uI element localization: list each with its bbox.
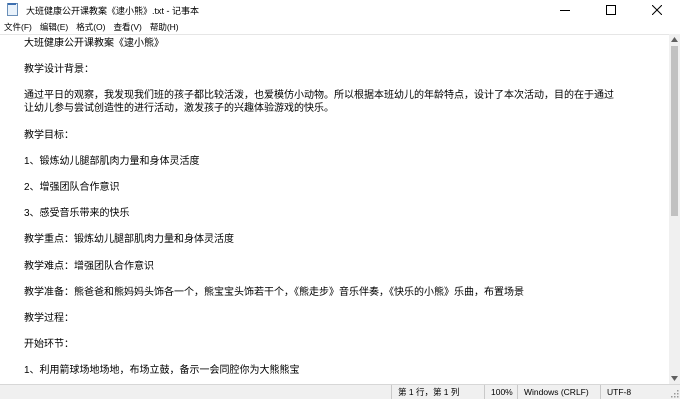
scrollbar-thumb[interactable] — [671, 46, 678, 216]
scroll-down-button[interactable] — [669, 373, 680, 384]
minimize-icon — [560, 10, 570, 11]
text-editor[interactable]: 大班健康公开课教案《逮小熊》 教学设计背景： 通过平日的观察，我发现我们班的孩子… — [0, 34, 669, 384]
text-line: 让幼儿参与尝试创造性的进行活动，激发孩子的兴趣体验游戏的快乐。 — [24, 103, 334, 115]
menu-bar: 文件(F) 编辑(E) 格式(O) 查看(V) 帮助(H) — [0, 20, 680, 34]
text-line: 教学准备：熊爸爸和熊妈妈头饰各一个，熊宝宝头饰若干个，《熊走步》音乐伴奏，《快乐… — [24, 286, 524, 298]
close-icon — [652, 5, 662, 15]
doc-title-line: 大班健康公开课教案《逮小熊》 — [24, 38, 164, 49]
text-line: 2、增强团队合作意识 — [24, 182, 120, 194]
menu-format[interactable]: 格式(O) — [72, 20, 109, 34]
text-line: 教学过程： — [24, 312, 74, 324]
menu-help[interactable]: 帮助(H) — [146, 20, 183, 34]
text-line: 3、感受音乐带来的快乐 — [24, 208, 130, 220]
scroll-up-button[interactable] — [669, 34, 680, 45]
maximize-button[interactable] — [588, 0, 634, 20]
window-controls — [542, 0, 680, 20]
notepad-app-icon[interactable] — [6, 3, 20, 17]
chevron-down-icon — [671, 376, 678, 381]
menu-file[interactable]: 文件(F) — [0, 20, 36, 34]
chevron-up-icon — [671, 37, 678, 42]
text-line: 通过平日的观察，我发现我们班的孩子都比较活泼，也爱模仿小动物。所以根据本班幼儿的… — [24, 90, 614, 102]
text-line: 1、利用箭球场地场地，布场立鼓，备示一会同腔你为大熊熊宝 — [24, 365, 300, 377]
title-bar[interactable]: 大班健康公开课教案《逮小熊》.txt - 记事本 — [0, 0, 680, 20]
menu-edit[interactable]: 编辑(E) — [36, 20, 72, 34]
encoding: UTF-8 — [600, 385, 657, 399]
close-button[interactable] — [634, 0, 680, 20]
text-line: 开始环节： — [24, 339, 74, 351]
text-line: 教学设计背景： — [24, 64, 94, 76]
minimize-button[interactable] — [542, 0, 588, 20]
resize-grip-icon[interactable] — [670, 389, 679, 398]
text-line: 教学目标： — [24, 129, 74, 141]
vertical-scrollbar[interactable] — [669, 34, 680, 384]
status-bar: 第 1 行，第 1 列 100% Windows (CRLF) UTF-8 — [0, 384, 680, 399]
zoom-level: 100% — [484, 385, 519, 399]
line-ending: Windows (CRLF) — [517, 385, 602, 399]
window-title: 大班健康公开课教案《逮小熊》.txt - 记事本 — [26, 5, 200, 16]
text-line: 教学重点：锻炼幼儿腿部肌肉力量和身体灵活度 — [24, 234, 234, 246]
menu-view[interactable]: 查看(V) — [109, 20, 145, 34]
text-line: 教学难点：增强团队合作意识 — [24, 260, 154, 272]
document-text: 大班健康公开课教案《逮小熊》 教学设计背景： 通过平日的观察，我发现我们班的孩子… — [0, 35, 669, 377]
maximize-icon — [606, 5, 616, 15]
text-line: 1、锻炼幼儿腿部肌肉力量和身体灵活度 — [24, 155, 200, 167]
cursor-position: 第 1 行，第 1 列 — [391, 385, 486, 399]
notepad-window: 大班健康公开课教案《逮小熊》.txt - 记事本 文件(F) 编辑(E) 格式(… — [0, 0, 680, 399]
